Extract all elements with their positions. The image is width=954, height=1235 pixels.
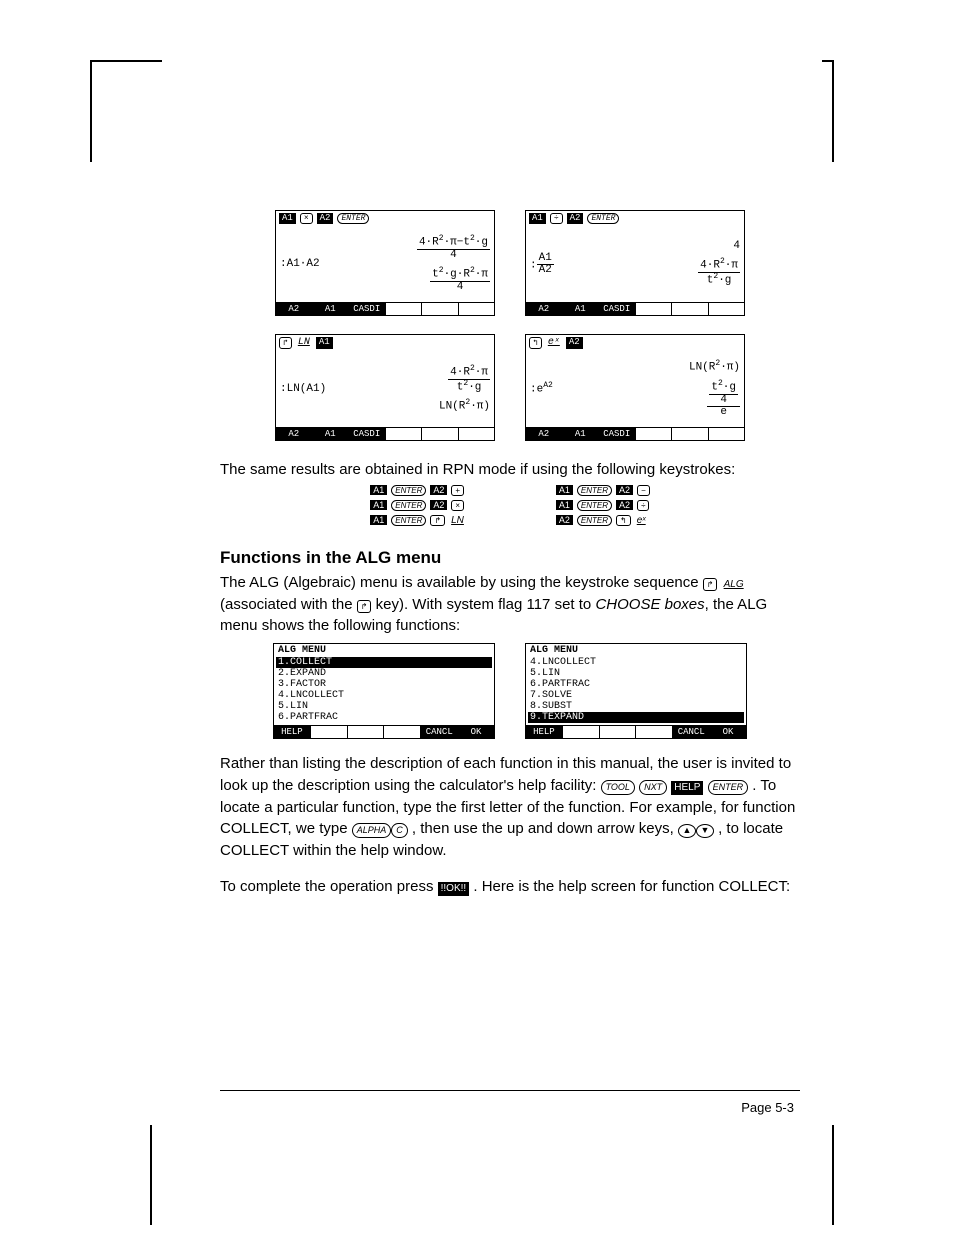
keystroke-header: ↰ eˣ A2 xyxy=(526,335,744,351)
tool-key: TOOL xyxy=(601,780,635,795)
choose-boxes: CHOOSE boxes xyxy=(595,596,704,613)
expr-r2: t2·g4e xyxy=(689,380,740,418)
softkey-row: A2A1CASDI xyxy=(276,302,494,315)
screenshot-row-2: ↱ LN A1 :LN(A1) 4·R2·πt2·g LN(R2·π) A2A1… xyxy=(220,334,800,441)
ok-softkey: !!OK!! xyxy=(438,882,470,897)
expr-r2: 4·R2·πt2·g xyxy=(698,258,740,286)
alg-menu-2: ALG MENU4.LNCOLLECT5.LIN6.PARTFRAC7.SOLV… xyxy=(525,643,747,739)
softkey-row: A2A1CASDI xyxy=(526,302,744,315)
right-shift-key: ↱ xyxy=(703,578,718,592)
down-arrow-key: ▼ xyxy=(696,824,714,838)
up-arrow-key: ▲ xyxy=(678,824,696,838)
rpn-keystroke-table: A1 ENTER A2 +A1 ENTER A2 ×A1 ENTER ↱ LN … xyxy=(220,485,800,526)
rpn-col-left: A1 ENTER A2 +A1 ENTER A2 ×A1 ENTER ↱ LN xyxy=(370,485,466,526)
rpn-col-right: A1 ENTER A2 −A1 ENTER A2 ÷A2 ENTER ↰ eˣ xyxy=(556,485,650,526)
expr-left: :LN(A1) xyxy=(280,384,326,395)
keystroke-header: ↱ LN A1 xyxy=(276,335,494,351)
expr-left: :A1·A2 xyxy=(280,259,320,270)
expr-r1: 4·R2·π−t2·g4 xyxy=(417,235,490,261)
calc-screenshot-4: ↰ eˣ A2 :eA2 LN(R2·π) t2·g4e A2A1CASDI xyxy=(525,334,745,441)
expr-r1: 4 xyxy=(698,241,740,252)
footer-rule xyxy=(220,1090,800,1091)
expr-left: :eA2 xyxy=(530,382,553,396)
enter-key: ENTER xyxy=(708,780,749,795)
expr-r1: LN(R2·π) xyxy=(689,360,740,374)
expr-left: :A1A2 xyxy=(530,253,554,276)
screenshot-row-1: A1 × A2 ENTER :A1·A2 4·R2·π−t2·g4 t2·g·R… xyxy=(220,210,800,316)
alg-menu-row: ALG MENU1.COLLECT2.EXPAND3.FACTOR4.LNCOL… xyxy=(220,643,800,739)
crop-mark-br xyxy=(762,1125,834,1225)
alpha-key: ALPHA xyxy=(352,823,392,838)
calc-screenshot-2: A1 ÷ A2 ENTER :A1A2 4 4·R2·πt2·g A2A1CAS… xyxy=(525,210,745,316)
alg-label: ALG xyxy=(722,579,746,590)
page: A1 × A2 ENTER :A1·A2 4·R2·π−t2·g4 t2·g·R… xyxy=(0,0,954,1235)
keystroke-header: A1 × A2 ENTER xyxy=(276,211,494,226)
crop-mark-tl xyxy=(90,60,162,162)
help-facility-para: Rather than listing the description of e… xyxy=(220,753,800,862)
section-heading: Functions in the ALG menu xyxy=(220,548,800,568)
rpn-intro: The same results are obtained in RPN mod… xyxy=(220,459,800,481)
alg-intro: The ALG (Algebraic) menu is available by… xyxy=(220,572,800,637)
content: A1 × A2 ENTER :A1·A2 4·R2·π−t2·g4 t2·g·R… xyxy=(220,210,800,902)
nxt-key: NXT xyxy=(639,780,667,795)
expr-r2: t2·g·R2·π4 xyxy=(417,267,490,293)
alg-menu-1: ALG MENU1.COLLECT2.EXPAND3.FACTOR4.LNCOL… xyxy=(273,643,495,739)
crop-mark-tr xyxy=(822,60,834,162)
complete-op-para: To complete the operation press !!OK!! .… xyxy=(220,876,800,898)
softkey-row: A2A1CASDI xyxy=(276,427,494,440)
page-number: Page 5-3 xyxy=(741,1100,794,1115)
right-shift-key: ↱ xyxy=(357,600,372,614)
expr-r2: LN(R2·π) xyxy=(439,399,490,413)
calc-screenshot-3: ↱ LN A1 :LN(A1) 4·R2·πt2·g LN(R2·π) A2A1… xyxy=(275,334,495,441)
keystroke-header: A1 ÷ A2 ENTER xyxy=(526,211,744,226)
crop-mark-bl xyxy=(150,1125,162,1225)
calc-screenshot-1: A1 × A2 ENTER :A1·A2 4·R2·π−t2·g4 t2·g·R… xyxy=(275,210,495,316)
c-key: C xyxy=(391,823,408,838)
help-softkey: HELP xyxy=(671,781,703,796)
softkey-row: A2A1CASDI xyxy=(526,427,744,440)
expr-r1: 4·R2·πt2·g xyxy=(439,365,490,393)
